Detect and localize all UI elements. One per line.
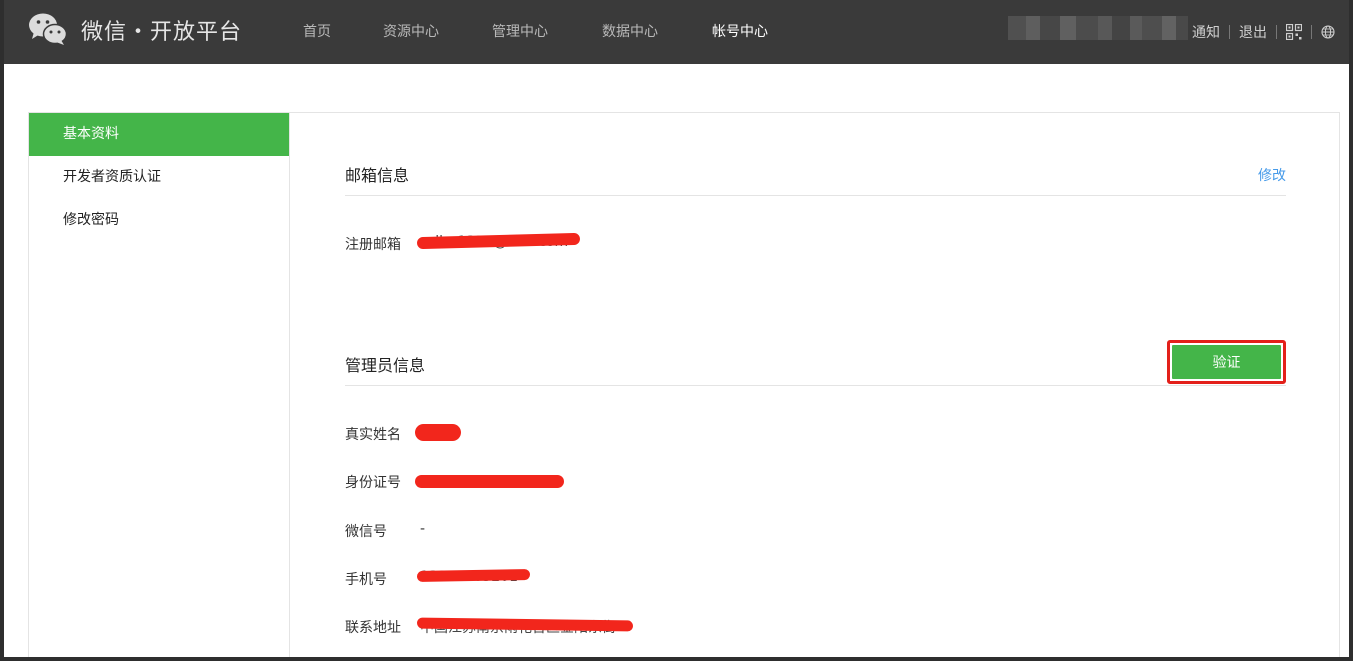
admin-section-header: 管理员信息 [345,303,1286,386]
nav-data-center[interactable]: 数据中心 [602,21,658,41]
header-actions: 通知 退出 [1192,22,1335,42]
redaction-mark [416,569,531,582]
nav-account-center[interactable]: 帐号中心 [712,21,768,41]
wechat-id-row: 微信号 - [345,521,425,541]
email-label: 注册邮箱 [345,237,401,253]
globe-language-icon[interactable] [1321,25,1335,39]
nav-home[interactable]: 首页 [303,21,331,41]
wechat-id-label: 微信号 [345,524,387,540]
id-number-row: 身份证号 [345,472,564,492]
account-name-pixelated [1008,16,1188,40]
email-row: 注册邮箱 caller1337@163.com [345,232,581,254]
nav-management-center[interactable]: 管理中心 [492,21,548,41]
real-name-row: 真实姓名 [345,424,461,444]
sidebar: 基本资料 开发者资质认证 修改密码 [29,113,290,657]
divider [1229,25,1230,39]
redaction-mark [415,424,461,441]
app-frame: 微信・开放平台 首页 资源中心 管理中心 数据中心 帐号中心 通知 退出 基本资… [4,0,1349,657]
qrcode-icon[interactable] [1286,24,1302,40]
verify-button-highlight: 验证 [1167,340,1286,384]
divider [1311,25,1312,39]
address-label: 联系地址 [345,620,401,636]
real-name-label: 真实姓名 [345,427,401,443]
sidebar-item-change-password[interactable]: 修改密码 [29,199,289,242]
divider [1276,25,1277,39]
admin-section-title: 管理员信息 [345,356,426,375]
redaction-mark [415,475,564,488]
notice-link[interactable]: 通知 [1192,22,1220,42]
wechat-logo-icon [29,13,68,45]
email-section-header: 邮箱信息 修改 [345,113,1286,196]
platform-title: 微信・开放平台 [81,20,243,45]
account-panel: 基本资料 开发者资质认证 修改密码 邮箱信息 修改 注册邮箱 caller133… [28,112,1340,657]
edit-email-link[interactable]: 修改 [1258,165,1286,185]
phone-label: 手机号 [345,572,387,588]
id-number-label: 身份证号 [345,475,401,491]
verify-button[interactable]: 验证 [1172,345,1281,379]
address-row: 联系地址 中国江苏南京雨花台区金阳东街 [345,617,634,637]
sidebar-item-developer-certification[interactable]: 开发者资质认证 [29,156,289,199]
top-navigation-bar: 微信・开放平台 首页 资源中心 管理中心 数据中心 帐号中心 通知 退出 [4,0,1349,64]
phone-row: 手机号 13160005201 [345,569,531,589]
sidebar-item-basic-info[interactable]: 基本资料 [29,113,289,156]
logout-link[interactable]: 退出 [1239,22,1267,42]
wechat-id-value: - [420,521,426,537]
email-section-title: 邮箱信息 [345,166,410,185]
nav-resource-center[interactable]: 资源中心 [383,21,439,41]
